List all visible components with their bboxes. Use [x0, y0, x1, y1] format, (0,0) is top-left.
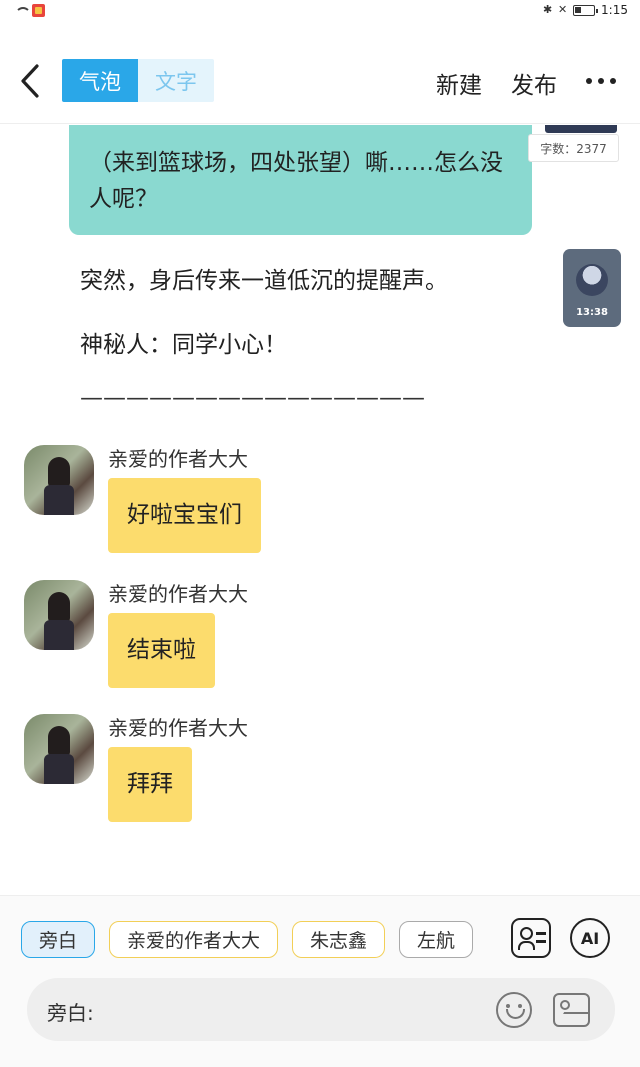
back-arrow-icon	[21, 64, 39, 98]
back-button[interactable]	[16, 62, 46, 100]
input-role-label: 旁白:	[47, 1001, 94, 1025]
video-avatar	[576, 264, 608, 296]
message-bubble[interactable]: 拜拜	[108, 747, 192, 822]
video-duration: 13:38	[576, 307, 608, 318]
role-chip-zhu-zhixin[interactable]: 朱志鑫	[292, 921, 386, 958]
tab-bubble[interactable]: 气泡	[62, 59, 138, 102]
author-avatar[interactable]	[24, 714, 94, 784]
image-icon[interactable]	[553, 993, 590, 1027]
avatar	[545, 125, 617, 133]
author-avatar[interactable]	[24, 445, 94, 515]
role-chip-narrator[interactable]: 旁白	[21, 921, 96, 958]
message-row[interactable]: 亲爱的作者大大 拜拜	[24, 714, 624, 834]
role-chip-zuo-hang[interactable]: 左航	[399, 921, 474, 958]
message-row[interactable]: 亲爱的作者大大 结束啦	[24, 580, 624, 700]
app-notification-icon	[32, 4, 45, 17]
tab-text[interactable]: 文字	[138, 59, 214, 102]
bluetooth-icon: ✱	[543, 3, 553, 16]
role-selector: 旁白 亲爱的作者大大 朱志鑫 左航	[21, 921, 474, 958]
status-bar: ✱ ✕ 1:15	[0, 0, 640, 24]
message-bubble[interactable]: 好啦宝宝们	[108, 478, 261, 553]
video-thumbnail[interactable]: 13:38	[563, 249, 621, 327]
status-time: 1:15	[601, 3, 628, 17]
message-sender: 亲爱的作者大大	[108, 582, 248, 606]
composer-panel: 旁白 亲爱的作者大大 朱志鑫 左航 AI 旁白:	[0, 895, 640, 1067]
message-sender: 亲爱的作者大大	[108, 447, 248, 471]
more-options-icon[interactable]	[586, 78, 616, 84]
narration-divider[interactable]: ———————————————	[80, 385, 425, 411]
author-avatar[interactable]	[24, 580, 94, 650]
message-input-bar[interactable]: 旁白:	[27, 978, 615, 1041]
message-row[interactable]: 亲爱的作者大大 好啦宝宝们	[24, 445, 624, 565]
battery-icon	[573, 4, 599, 16]
message-input[interactable]	[107, 992, 487, 1028]
role-chip-author[interactable]: 亲爱的作者大大	[109, 921, 279, 958]
word-count-badge: 字数：2377	[528, 134, 619, 162]
message-sender: 亲爱的作者大大	[108, 716, 248, 740]
ai-icon[interactable]: AI	[570, 918, 610, 958]
narration-line[interactable]: 神秘人：同学小心！	[80, 325, 287, 359]
message-bubble[interactable]: 结束啦	[108, 613, 215, 688]
story-content[interactable]: （来到篮球场，四处张望）嘶……怎么没人呢？ 字数：2377 突然，身后传来一道低…	[0, 125, 640, 895]
narration-line[interactable]: 突然，身后传来一道低沉的提醒声。	[80, 261, 448, 295]
emoji-icon[interactable]	[496, 992, 532, 1028]
new-button[interactable]: 新建	[436, 66, 482, 100]
top-bar: 气泡 文字 新建 发布	[0, 24, 640, 124]
dialogue-bubble[interactable]: （来到篮球场，四处张望）嘶……怎么没人呢？	[69, 125, 532, 235]
wifi-icon	[14, 5, 31, 17]
role-card-icon[interactable]	[511, 918, 551, 958]
mode-switch: 气泡 文字	[62, 59, 214, 102]
mute-icon: ✕	[558, 3, 568, 16]
publish-button[interactable]: 发布	[511, 66, 557, 100]
